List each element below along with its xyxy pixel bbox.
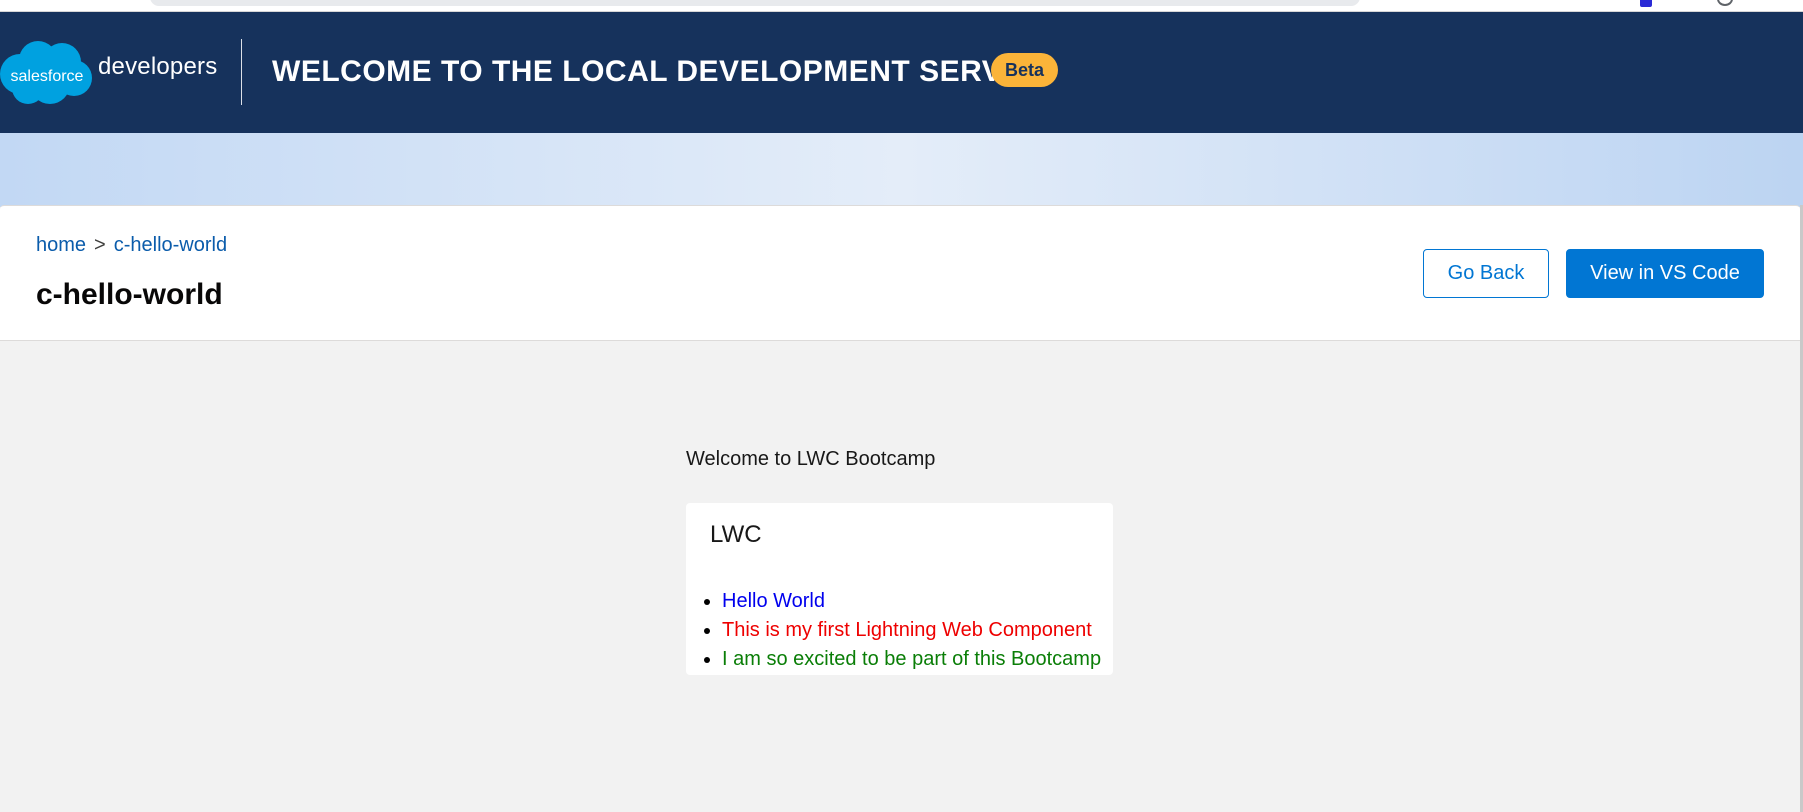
app-header: salesforce developers WELCOME TO THE LOC… <box>0 12 1803 133</box>
breadcrumb-separator: > <box>94 234 106 256</box>
extension-icon[interactable] <box>1640 0 1652 7</box>
profile-icon[interactable] <box>1717 0 1733 6</box>
list-item-excited: I am so excited to be part of this Bootc… <box>722 645 1101 674</box>
list-item-hello-world: Hello World <box>722 587 1101 616</box>
header-divider <box>241 39 242 105</box>
logo-cloud-text: salesforce <box>11 68 84 85</box>
breadcrumb-home-link[interactable]: home <box>36 234 86 256</box>
breadcrumb: home > c-hello-world <box>36 234 227 257</box>
page-header: home > c-hello-world c-hello-world Go Back… <box>0 205 1800 341</box>
beta-badge: Beta <box>991 53 1059 87</box>
lwc-card: LWC Hello World This is my first Lightni… <box>686 503 1113 675</box>
view-in-vscode-button[interactable]: View in VS Code <box>1566 249 1764 298</box>
component-preview: Welcome to LWC Bootcamp LWC Hello World … <box>0 341 1800 812</box>
decorative-band <box>0 133 1803 207</box>
list-item-first-component: This is my first Lightning Web Component <box>722 616 1101 645</box>
page: salesforce developers WELCOME TO THE LOC… <box>0 0 1803 812</box>
header-title: WELCOME TO THE LOCAL DEVELOPMENT SERVER <box>272 55 1045 88</box>
lwc-list: Hello World This is my first Lightning W… <box>686 587 1101 674</box>
lwc-card-title: LWC <box>710 521 762 548</box>
browser-toolbar <box>0 0 1803 12</box>
breadcrumb-current-link[interactable]: c-hello-world <box>114 234 227 256</box>
go-back-button[interactable]: Go Back <box>1423 249 1549 298</box>
address-bar[interactable] <box>150 0 1360 6</box>
logo-text: developers <box>98 53 218 80</box>
page-title: c-hello-world <box>36 278 223 311</box>
welcome-text: Welcome to LWC Bootcamp <box>686 448 936 470</box>
salesforce-cloud-logo-icon[interactable]: salesforce <box>0 40 94 106</box>
